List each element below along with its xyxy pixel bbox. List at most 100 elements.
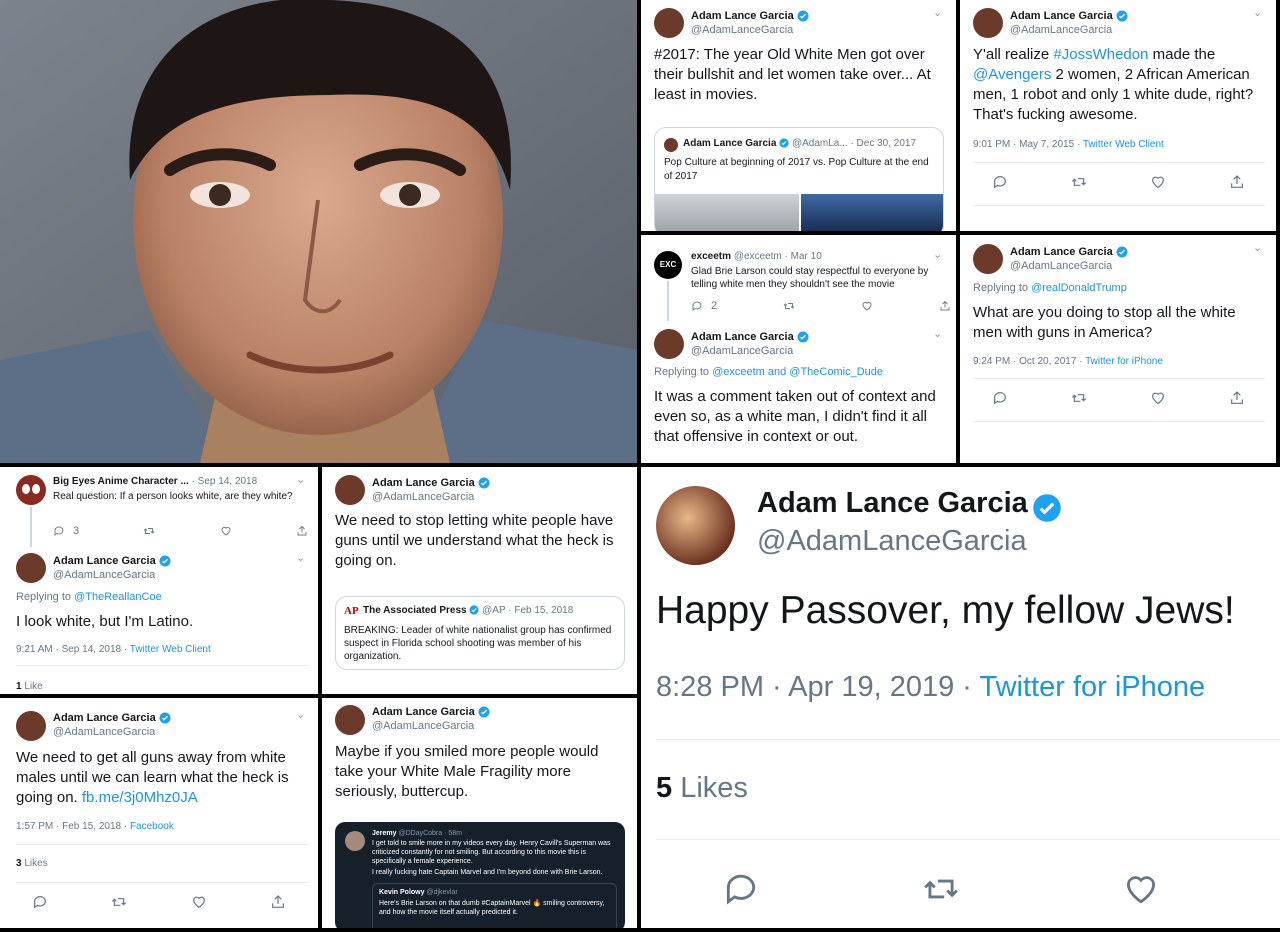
tweet-passover[interactable]: Adam Lance Garcia @AdamLanceGarcia Happy…	[641, 467, 1280, 928]
reply-icon[interactable]	[992, 390, 1008, 406]
tweet-out-of-context[interactable]: EXC exceetm @exceetm · Mar 10 ⌄ Glad Bri…	[641, 235, 956, 463]
avatar[interactable]	[654, 329, 684, 359]
author-handle[interactable]: @AdamLanceGarcia	[691, 344, 809, 358]
like-icon[interactable]	[191, 894, 207, 910]
share-icon[interactable]	[1229, 174, 1245, 190]
avatar[interactable]	[973, 8, 1003, 38]
author-handle[interactable]: @AdamLanceGarcia	[372, 719, 490, 733]
author-handle[interactable]: @AdamLanceGarcia	[691, 23, 809, 37]
retweet-icon[interactable]	[143, 525, 155, 537]
chevron-down-icon[interactable]: ⌄	[933, 6, 942, 19]
tweet-timestamp[interactable]: 8:28 PM · Apr 19, 2019 ·	[656, 671, 980, 703]
like-icon[interactable]	[1122, 870, 1160, 908]
author-name[interactable]: Adam Lance Garcia	[372, 477, 475, 489]
tweet-timestamp[interactable]: 9:21 AM · Sep 14, 2018 ·	[16, 644, 130, 655]
likes-count[interactable]: 3 Likes	[16, 858, 48, 869]
reply-icon[interactable]	[691, 300, 703, 312]
tweet-timestamp[interactable]: 9:01 PM · May 7, 2015 ·	[973, 139, 1083, 150]
like-icon[interactable]	[861, 300, 873, 312]
author-name[interactable]: Adam Lance Garcia	[53, 555, 156, 567]
tweet-2017-movies[interactable]: Adam Lance Garcia @AdamLanceGarcia ⌄ #20…	[641, 0, 956, 231]
author-name[interactable]: Adam Lance Garcia	[757, 487, 1028, 519]
chevron-down-icon[interactable]: ⌄	[296, 473, 305, 486]
exceetm-avatar[interactable]: EXC	[654, 251, 682, 279]
chevron-down-icon[interactable]: ⌄	[296, 708, 305, 721]
share-icon[interactable]	[270, 894, 286, 910]
retweet-icon[interactable]	[1071, 390, 1087, 406]
replying-to-link[interactable]: @realDonaldTrump	[1031, 282, 1127, 294]
retweet-icon[interactable]	[922, 870, 960, 908]
reply-icon[interactable]	[992, 174, 1008, 190]
source-link[interactable]: Facebook	[130, 821, 174, 832]
quoted-tweet[interactable]: AP The Associated Press @AP · Feb 15, 20…	[335, 596, 625, 670]
likes-count[interactable]: 1 Like	[16, 681, 43, 692]
avatar[interactable]	[16, 553, 46, 583]
parent-date[interactable]: · Sep 14, 2018	[192, 476, 258, 487]
chevron-down-icon[interactable]: ⌄	[296, 551, 305, 564]
avatar[interactable]	[335, 475, 365, 505]
avatar[interactable]	[973, 244, 1003, 274]
avatar[interactable]	[16, 711, 46, 741]
source-link[interactable]: Twitter for iPhone	[1085, 356, 1163, 367]
reply-icon[interactable]	[32, 894, 48, 910]
share-icon[interactable]	[296, 525, 308, 537]
tweet-trump-reply[interactable]: Adam Lance Garcia @AdamLanceGarcia ⌄ Rep…	[960, 235, 1276, 463]
likes-count[interactable]: 5 Likes	[656, 772, 748, 805]
source-link[interactable]: Twitter Web Client	[1083, 139, 1164, 150]
source-link[interactable]: Twitter for iPhone	[980, 671, 1206, 703]
author-handle[interactable]: @AdamLanceGarcia	[53, 568, 171, 582]
source-link[interactable]: Twitter Web Client	[130, 644, 211, 655]
embed-inner-handle: @djkevlar	[426, 889, 458, 896]
share-icon[interactable]	[1229, 390, 1245, 406]
reply-count[interactable]: 2	[691, 300, 717, 312]
like-icon[interactable]	[1150, 390, 1166, 406]
chevron-down-icon[interactable]: ⌄	[933, 248, 942, 261]
avatar[interactable]	[656, 486, 735, 565]
replying-to-link[interactable]: @TheReallanCoe	[74, 591, 162, 603]
retweet-icon[interactable]	[783, 300, 795, 312]
author-handle[interactable]: @AdamLanceGarcia	[757, 525, 1027, 558]
share-icon[interactable]	[939, 300, 951, 312]
embedded-screenshot[interactable]: Jeremy @DDayCobra · 58m I get told to sm…	[335, 822, 625, 928]
tweet-ap-guns[interactable]: Adam Lance Garcia @AdamLanceGarcia We ne…	[322, 467, 637, 694]
tweet-guns-white-males[interactable]: Adam Lance Garcia @AdamLanceGarcia ⌄ We …	[0, 698, 318, 928]
tweet-timestamp[interactable]: 9:24 PM · Oct 20, 2017 ·	[973, 356, 1085, 367]
quote-handle-date: @AP · Feb 15, 2018	[482, 605, 574, 616]
like-icon[interactable]	[1150, 174, 1166, 190]
parent-author-name[interactable]: exceetm	[691, 251, 731, 262]
avatar[interactable]	[654, 8, 684, 38]
retweet-icon[interactable]	[1071, 174, 1087, 190]
reply-icon[interactable]	[53, 525, 65, 537]
chevron-down-icon[interactable]: ⌄	[1253, 6, 1262, 19]
author-handle[interactable]: @AdamLanceGarcia	[1010, 259, 1128, 273]
quoted-tweet[interactable]: Adam Lance Garcia @AdamLa... · Dec 30, 2…	[654, 127, 944, 231]
parent-author-name[interactable]: Big Eyes Anime Character ...	[53, 476, 189, 487]
like-icon[interactable]	[220, 525, 232, 537]
author-name[interactable]: Adam Lance Garcia	[691, 10, 794, 22]
mention-link[interactable]: @Avengers	[973, 66, 1051, 83]
author-name[interactable]: Adam Lance Garcia	[372, 706, 475, 718]
replying-to-link[interactable]: @exceetm and @TheComic_Dude	[712, 366, 883, 378]
fb-link[interactable]: fb.me/3j0Mhz0JA	[82, 789, 198, 806]
author-name[interactable]: Adam Lance Garcia	[691, 331, 794, 343]
hashtag-link[interactable]: #JossWhedon	[1053, 46, 1148, 63]
author-handle[interactable]: @AdamLanceGarcia	[372, 490, 490, 504]
anime-avatar[interactable]	[16, 475, 46, 505]
tweet-joss-whedon[interactable]: Adam Lance Garcia @AdamLanceGarcia ⌄ Y'a…	[960, 0, 1276, 231]
tweet-latino[interactable]: Big Eyes Anime Character ... · Sep 14, 2…	[0, 467, 318, 694]
author-handle[interactable]: @AdamLanceGarcia	[1010, 23, 1128, 37]
reply-icon[interactable]	[722, 870, 760, 908]
avatar[interactable]	[335, 705, 365, 735]
tweet-fragility[interactable]: Adam Lance Garcia @AdamLanceGarcia Maybe…	[322, 698, 637, 928]
retweet-icon[interactable]	[111, 894, 127, 910]
chevron-down-icon[interactable]: ⌄	[933, 327, 942, 340]
author-name[interactable]: Adam Lance Garcia	[53, 712, 156, 724]
chevron-down-icon[interactable]: ⌄	[1253, 241, 1262, 254]
quote-image-left	[655, 194, 799, 231]
author-name[interactable]: Adam Lance Garcia	[1010, 10, 1113, 22]
parent-handle-date[interactable]: @exceetm · Mar 10	[734, 251, 822, 262]
tweet-timestamp[interactable]: 1:57 PM · Feb 15, 2018 ·	[16, 821, 130, 832]
author-handle[interactable]: @AdamLanceGarcia	[53, 725, 171, 739]
author-name[interactable]: Adam Lance Garcia	[1010, 246, 1113, 258]
reply-count[interactable]: 3	[53, 525, 79, 537]
